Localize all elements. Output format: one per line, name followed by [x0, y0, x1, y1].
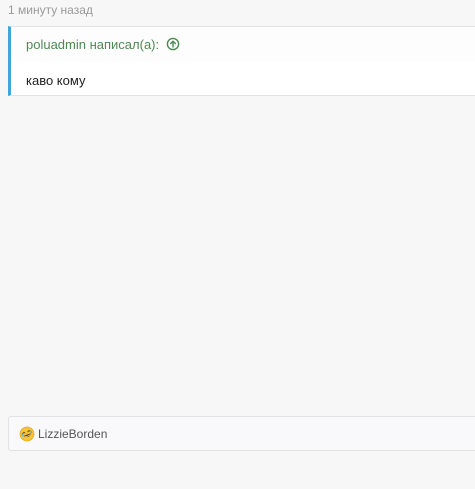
reactions-bar: LizzieBorden	[8, 416, 475, 451]
rofl-emoji-icon	[19, 426, 35, 442]
arrow-up-circle-icon[interactable]	[166, 37, 180, 51]
reaction-user[interactable]: LizzieBorden	[38, 427, 107, 441]
post-timestamp: 1 минуту назад	[8, 3, 93, 17]
quote-block: poluadmin написал(а): каво кому	[8, 26, 475, 96]
quote-text: каво кому	[26, 73, 86, 88]
quote-header: poluadmin написал(а):	[11, 27, 475, 61]
quote-author[interactable]: poluadmin написал(а):	[26, 37, 159, 52]
